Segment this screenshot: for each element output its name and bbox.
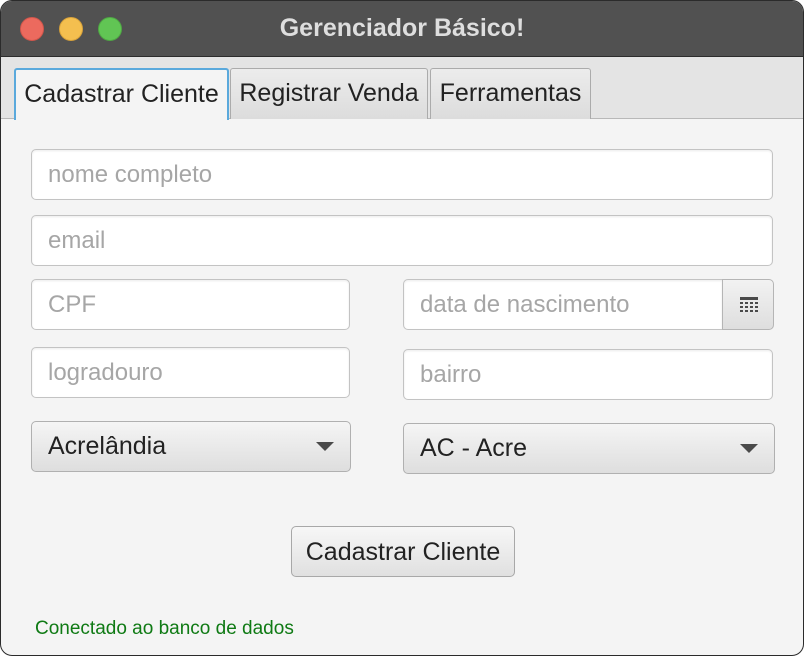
- estado-selected-value: AC - Acre: [420, 434, 527, 462]
- nome-completo-input[interactable]: [32, 150, 772, 199]
- tab-bar: Cadastrar Cliente Registrar Venda Ferram…: [1, 57, 803, 120]
- chevron-down-icon: [740, 444, 758, 453]
- app-window: Gerenciador Básico! Cadastrar Cliente Re…: [0, 0, 804, 656]
- bairro-field-wrapper: [403, 349, 773, 400]
- email-input[interactable]: [32, 216, 772, 265]
- logradouro-input[interactable]: [32, 348, 349, 397]
- calendar-icon: [740, 297, 758, 312]
- tab-registrar-venda[interactable]: Registrar Venda: [230, 68, 428, 119]
- nome-field-wrapper: [31, 149, 773, 200]
- bairro-input[interactable]: [404, 350, 772, 399]
- window-title: Gerenciador Básico!: [279, 14, 525, 42]
- data-nascimento-input[interactable]: [404, 280, 722, 329]
- tab-ferramentas[interactable]: Ferramentas: [430, 68, 591, 119]
- cpf-input[interactable]: [32, 280, 349, 329]
- title-bar: Gerenciador Básico!: [1, 1, 803, 57]
- cadastrar-cliente-button[interactable]: Cadastrar Cliente: [291, 526, 515, 577]
- tab-cadastrar-cliente[interactable]: Cadastrar Cliente: [14, 68, 229, 120]
- connection-status-text: Conectado ao banco de dados: [35, 618, 294, 639]
- date-picker-button[interactable]: [722, 279, 774, 330]
- cidade-selected-value: Acrelândia: [48, 432, 167, 460]
- email-field-wrapper: [31, 215, 773, 266]
- cidade-select[interactable]: Acrelândia: [31, 421, 351, 472]
- logradouro-field-wrapper: [31, 347, 350, 398]
- cpf-field-wrapper: [31, 279, 350, 330]
- estado-select[interactable]: AC - Acre: [403, 423, 775, 474]
- data-nascimento-field-wrapper: [403, 279, 723, 330]
- chevron-down-icon: [316, 442, 334, 451]
